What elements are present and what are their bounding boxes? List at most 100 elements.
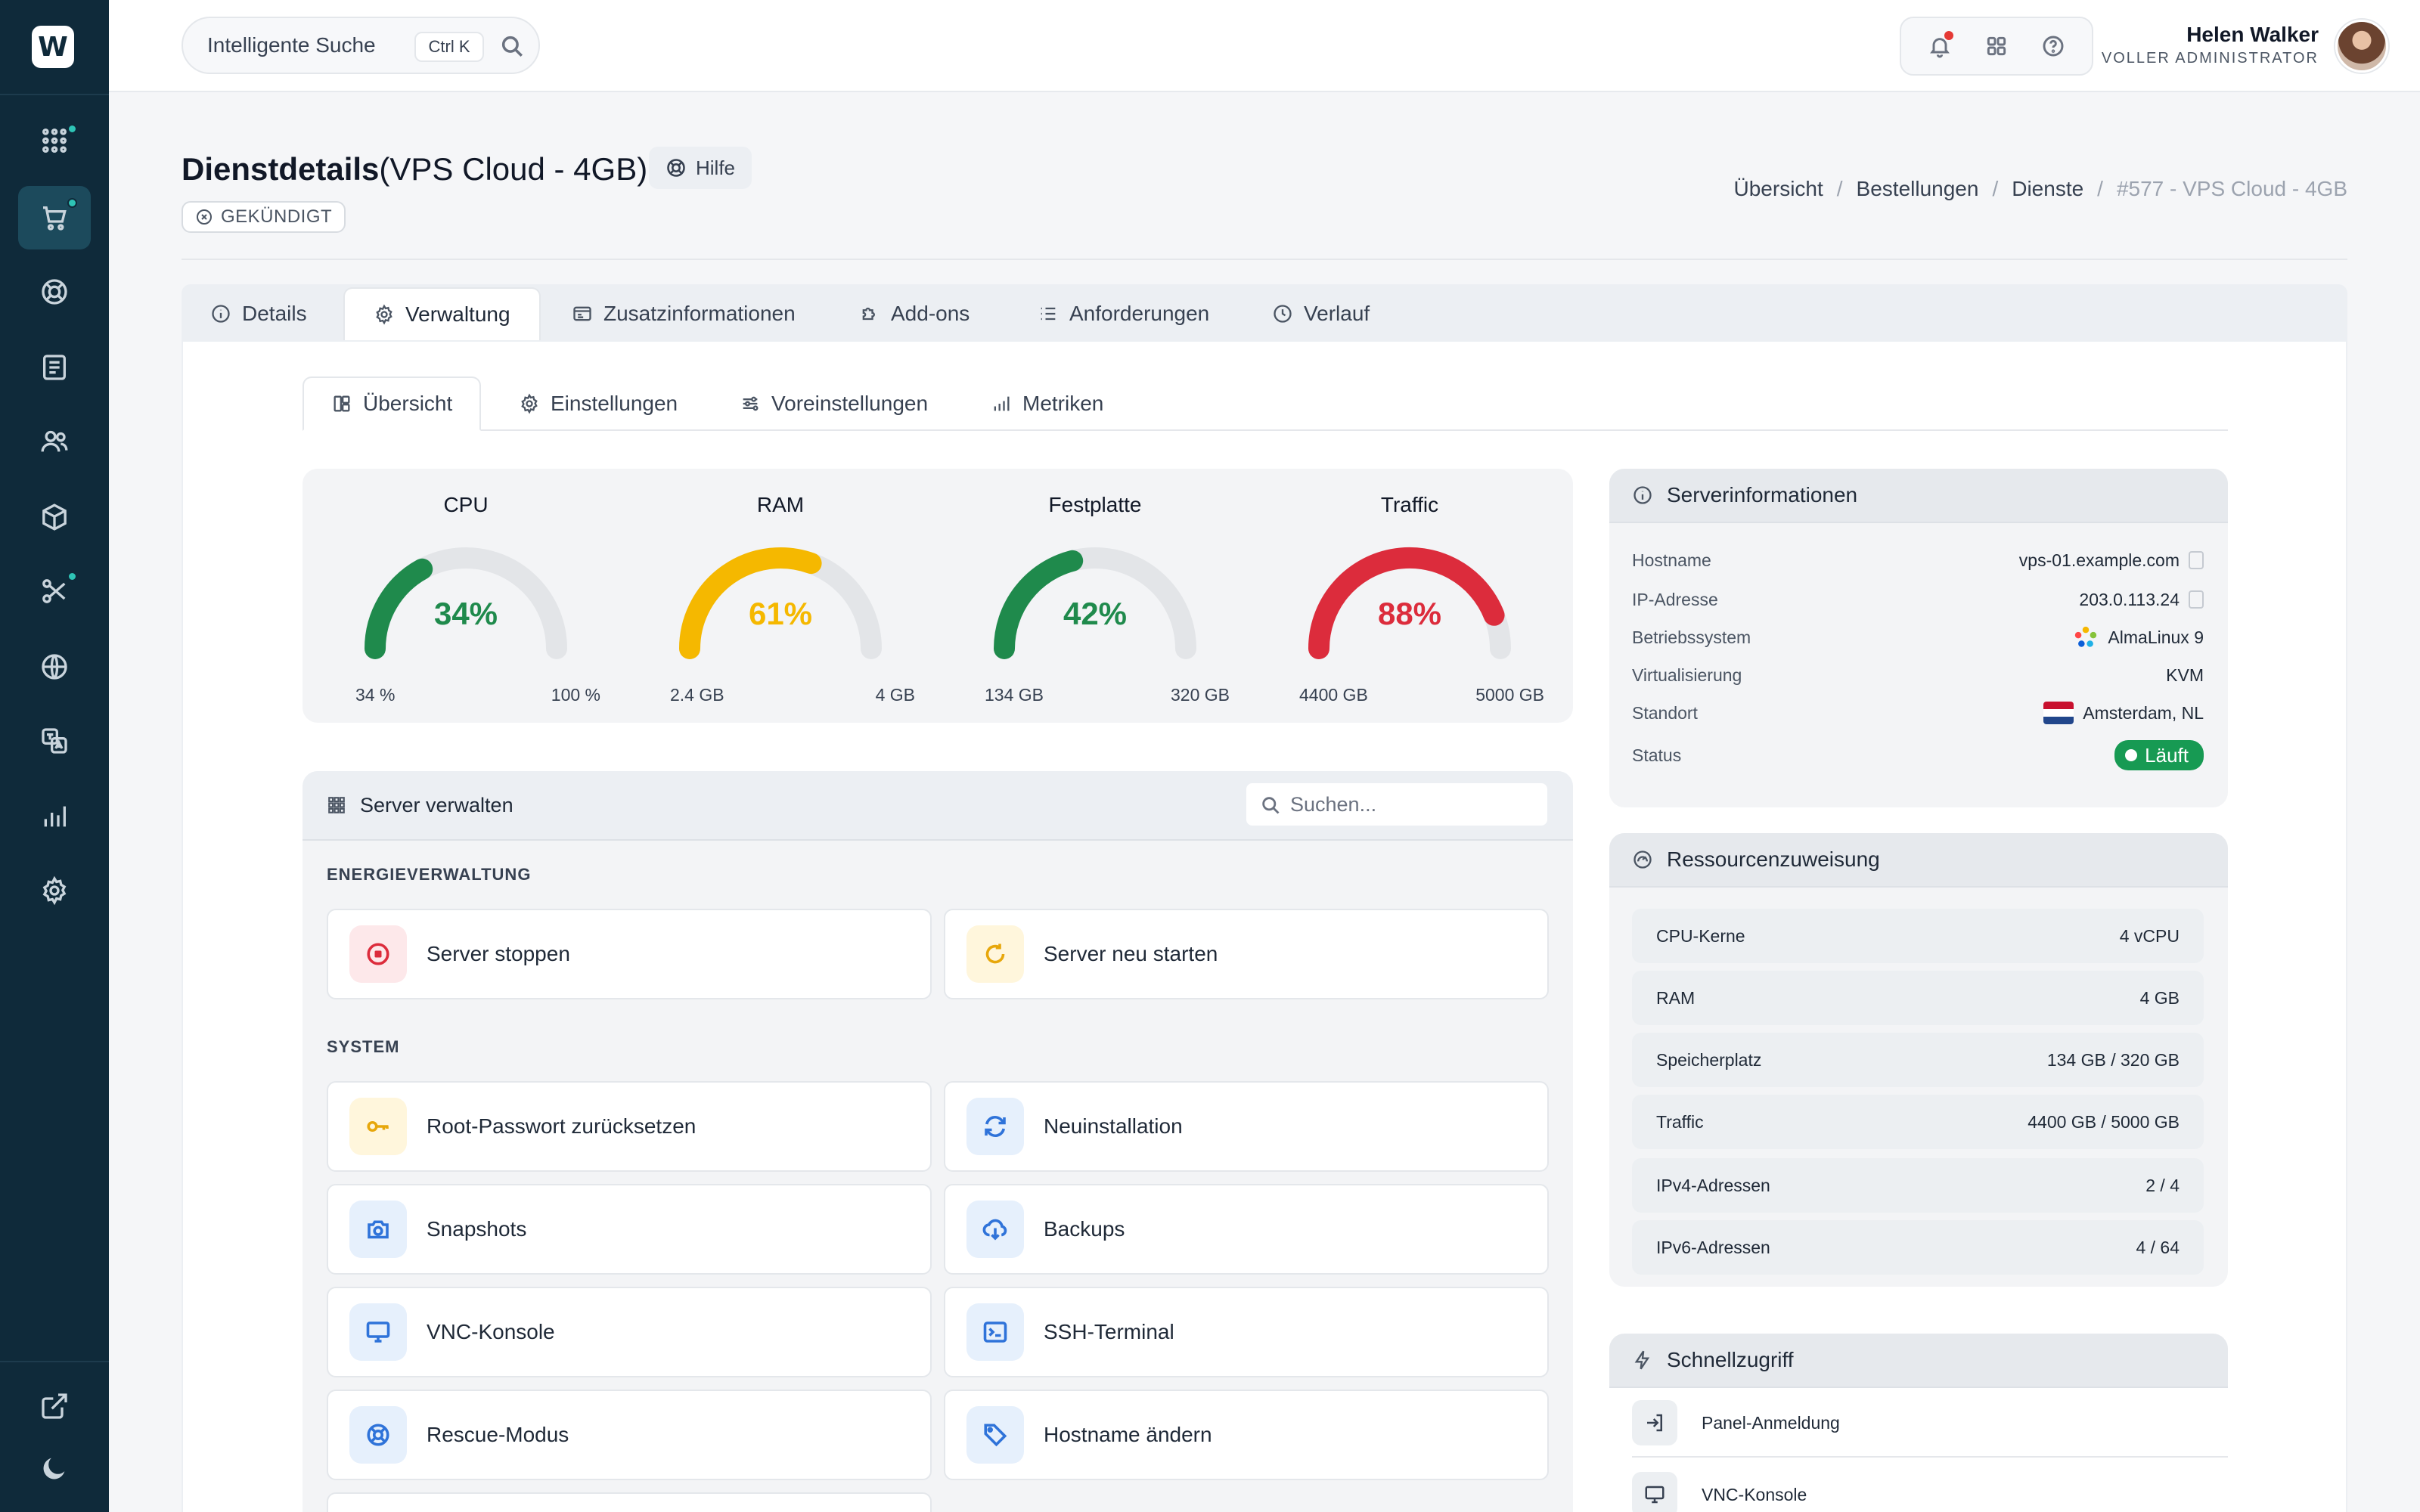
moon-icon (43, 1458, 65, 1479)
tab-additional-info[interactable]: Zusatzinformationen (543, 287, 824, 340)
restart-icon (966, 925, 1024, 983)
grid-icon (328, 797, 345, 813)
user-name[interactable]: Helen Walker (2186, 23, 2319, 47)
tab-details[interactable]: Details (182, 287, 336, 340)
server-info-title: Serverinformationen (1667, 483, 1858, 507)
sidebar-item-clients[interactable] (18, 410, 91, 473)
lifebuoy-icon (42, 279, 67, 305)
smart-search[interactable]: Intelligente Suche Ctrl K (182, 17, 540, 74)
sidebar-item-apps[interactable] (18, 109, 91, 172)
help-button-top[interactable] (2032, 25, 2074, 67)
resource-row: Traffic 4400 GB / 5000 GB (1632, 1095, 2204, 1149)
tab-history[interactable]: Verlauf (1243, 287, 1398, 340)
list-icon (1041, 307, 1056, 321)
restart-server-button[interactable]: Server neu starten (944, 909, 1549, 999)
reinstall-button[interactable]: Neuinstallation (944, 1081, 1549, 1172)
tab-management[interactable]: Verwaltung (343, 287, 541, 340)
action-label: Server neu starten (1044, 942, 1218, 965)
subtab-settings[interactable]: Einstellungen (492, 376, 705, 431)
sidebar-item-dark-mode[interactable] (18, 1436, 91, 1500)
change-hostname-button[interactable]: Hostname ändern (944, 1390, 1549, 1480)
info-key: Standort (1632, 702, 1698, 723)
breadcrumb: Übersicht / Bestellungen / Dienste / #577 -… (1734, 177, 2348, 201)
tab-addons[interactable]: Add-ons (830, 287, 998, 340)
breadcrumb-services[interactable]: Dienste (2012, 177, 2083, 201)
grid-icon (42, 129, 67, 153)
gauge-value: 88% (1377, 596, 1442, 631)
tab-requests[interactable]: Anforderungen (1009, 287, 1238, 340)
apps-button[interactable] (1975, 25, 2018, 67)
more-action-button[interactable] (327, 1492, 932, 1512)
vnc-console-button[interactable]: VNC-Konsole (327, 1287, 932, 1377)
backups-button[interactable]: Backups (944, 1184, 1549, 1275)
tab-label: Verlauf (1304, 302, 1370, 325)
quick-vnc-console[interactable]: VNC-Konsole (1632, 1461, 2228, 1512)
gauge-ram: RAM 61% 2.4 GB 4 GB (623, 469, 938, 723)
action-label: Backups (1044, 1217, 1125, 1241)
info-row-ip: IP-Adresse 203.0.113.24 (1632, 581, 2204, 618)
sidebar-item-settings[interactable] (18, 859, 91, 922)
sidebar-item-reports[interactable] (18, 785, 91, 848)
action-label: Hostname ändern (1044, 1423, 1212, 1446)
orders-notification-dot (67, 198, 77, 208)
page-title-sub: (VPS Cloud - 4GB) (379, 151, 648, 187)
gauge-icon (1634, 850, 1652, 869)
subtab-metrics[interactable]: Metriken (963, 376, 1131, 431)
manage-search-input[interactable]: Suchen... (1245, 782, 1549, 827)
avatar[interactable] (2335, 20, 2388, 73)
tag-icon (966, 1406, 1024, 1464)
sidebar-item-billing[interactable] (18, 336, 91, 399)
stop-server-button[interactable]: Server stoppen (327, 909, 932, 999)
logo-letter: W (38, 31, 68, 63)
sidebar-item-external[interactable] (18, 1374, 91, 1438)
app-logo[interactable]: W (32, 26, 74, 68)
reset-root-password-button[interactable]: Root-Passwort zurücksetzen (327, 1081, 932, 1172)
quick-panel-login[interactable]: Panel-Anmeldung (1632, 1390, 2228, 1458)
sidebar-item-tools[interactable] (18, 559, 91, 623)
bolt-icon (1634, 1350, 1650, 1370)
sidebar-item-support[interactable] (18, 260, 91, 324)
info-key: Virtualisierung (1632, 665, 1742, 685)
ssh-terminal-button[interactable]: SSH-Terminal (944, 1287, 1549, 1377)
breadcrumb-orders[interactable]: Bestellungen (1857, 177, 1979, 201)
quick-label: VNC-Konsole (1702, 1484, 1807, 1504)
help-label: Hilfe (696, 156, 736, 179)
almalinux-logo-icon (2075, 626, 2097, 647)
subtab-presets[interactable]: Voreinstellungen (712, 376, 955, 431)
sidebar-item-translations[interactable] (18, 709, 91, 773)
copy-icon[interactable] (2189, 551, 2204, 569)
copy-icon[interactable] (2189, 590, 2204, 609)
rescue-mode-button[interactable]: Rescue-Modus (327, 1390, 932, 1480)
info-row-hostname: Hostname vps-01.example.com (1632, 541, 2204, 579)
tab-label: Zusatzinformationen (603, 302, 796, 325)
invoice-icon (43, 355, 66, 380)
action-label: VNC-Konsole (427, 1320, 555, 1343)
sidebar-item-domains[interactable] (18, 635, 91, 699)
breadcrumb-overview[interactable]: Übersicht (1734, 177, 1823, 201)
resource-value: 134 GB / 320 GB (2046, 1049, 2180, 1070)
sidebar: W (0, 0, 109, 1512)
help-circle-icon (2043, 36, 2064, 57)
resource-row: IPv4-Adressen 2 / 4 (1632, 1158, 2204, 1213)
info-key: IP-Adresse (1632, 589, 1718, 609)
resource-value: 4 vCPU (2119, 925, 2180, 946)
snapshots-button[interactable]: Snapshots (327, 1184, 932, 1275)
subtab-overview[interactable]: Übersicht (302, 376, 482, 431)
info-key: Betriebssystem (1632, 627, 1751, 647)
gear-icon (42, 875, 67, 906)
notifications-button[interactable] (1919, 25, 1961, 67)
clock-icon (1274, 305, 1292, 323)
ip-value: 203.0.113.24 (2079, 589, 2180, 609)
sidebar-item-orders[interactable] (18, 186, 91, 249)
puzzle-icon (862, 307, 875, 321)
gauge-value: 34% (433, 596, 498, 631)
help-button[interactable]: Hilfe (649, 147, 752, 189)
subtab-label: Übersicht (363, 392, 453, 415)
info-row-os: Betriebssystem AlmaLinux 9 (1632, 618, 2204, 656)
key-icon (349, 1098, 407, 1155)
sidebar-item-products[interactable] (18, 485, 91, 549)
status-badge: GEKÜNDIGT (182, 201, 346, 233)
resources-header: Ressourcenzuweisung (1609, 833, 2228, 888)
info-value: AlmaLinux 9 (2073, 624, 2204, 650)
gear-icon (521, 393, 538, 414)
